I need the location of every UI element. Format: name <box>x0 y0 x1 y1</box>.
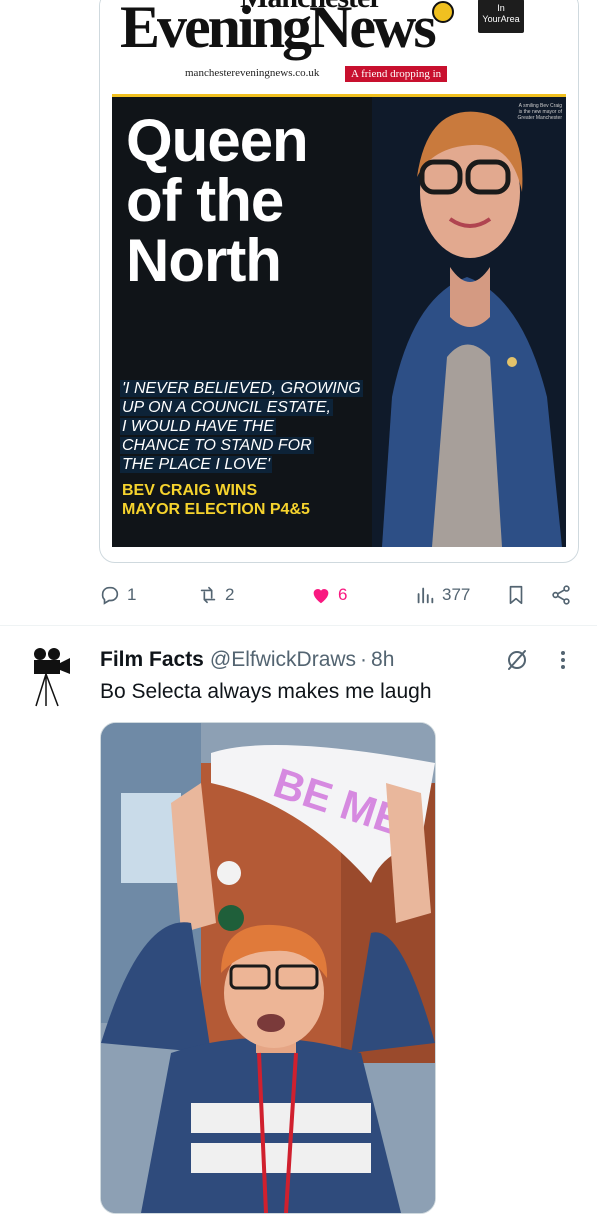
tweet-action-bar: 1 2 6 377 <box>99 580 577 610</box>
repost-icon <box>200 586 216 604</box>
heart-icon <box>313 589 329 604</box>
tweet-text: Bo Selecta always makes me laugh <box>100 680 432 703</box>
front-page-quote: 'I NEVER BELIEVED, GROWING UP ON A COUNC… <box>120 380 363 473</box>
front-page-headline: Queen of the North <box>126 107 309 294</box>
reply-count: 1 <box>127 585 137 604</box>
masthead-url: manchestereveningnews.co.uk <box>185 67 320 79</box>
share-button[interactable] <box>550 580 572 610</box>
views-count: 377 <box>442 585 471 604</box>
reply-icon <box>101 586 119 605</box>
author-name[interactable]: Film Facts <box>100 648 204 672</box>
masthead-tagline: A friend dropping in <box>345 66 448 82</box>
bookmark-button[interactable] <box>505 580 527 610</box>
views-icon <box>417 587 434 604</box>
repost-count: 2 <box>225 585 235 604</box>
like-button[interactable]: 6 <box>310 580 347 610</box>
film-camera-avatar-icon[interactable] <box>26 646 76 708</box>
more-options-icon[interactable] <box>558 648 568 672</box>
front-page-subheadline: BEV CRAIG WINS MAYOR ELECTION P4&5 <box>122 482 310 518</box>
header-separator: · <box>360 648 368 671</box>
like-count: 6 <box>338 585 348 604</box>
masthead-title: EveningNews <box>120 0 437 60</box>
in-your-area-badge: In YourArea <box>478 0 524 33</box>
author-handle[interactable]: @ElfwickDraws <box>210 648 356 672</box>
tweet-header: Film Facts @ElfwickDraws · 8h <box>100 646 394 674</box>
photo-caption: A smiling Bev Craig is the new mayor of … <box>517 103 562 121</box>
front-page-cover: A smiling Bev Craig is the new mayor of … <box>112 97 566 547</box>
bookmark-icon <box>509 585 523 605</box>
views-button[interactable]: 377 <box>414 580 470 610</box>
tweet-timestamp[interactable]: 8h <box>371 648 394 672</box>
grok-icon[interactable] <box>505 648 529 672</box>
tweet-divider <box>0 625 597 626</box>
reply-button[interactable]: 1 <box>99 580 136 610</box>
newspaper-masthead: Manchester EveningNews In YourArea manch… <box>100 0 578 95</box>
bee-logo-icon <box>432 1 454 23</box>
tweet-media-image[interactable]: BE ME <box>100 722 436 1214</box>
protest-photo: BE ME <box>101 723 435 1213</box>
share-icon <box>552 585 570 605</box>
bev-craig-photo <box>372 97 566 547</box>
repost-button[interactable]: 2 <box>197 580 234 610</box>
quoted-image-card[interactable]: Manchester EveningNews In YourArea manch… <box>99 0 579 563</box>
